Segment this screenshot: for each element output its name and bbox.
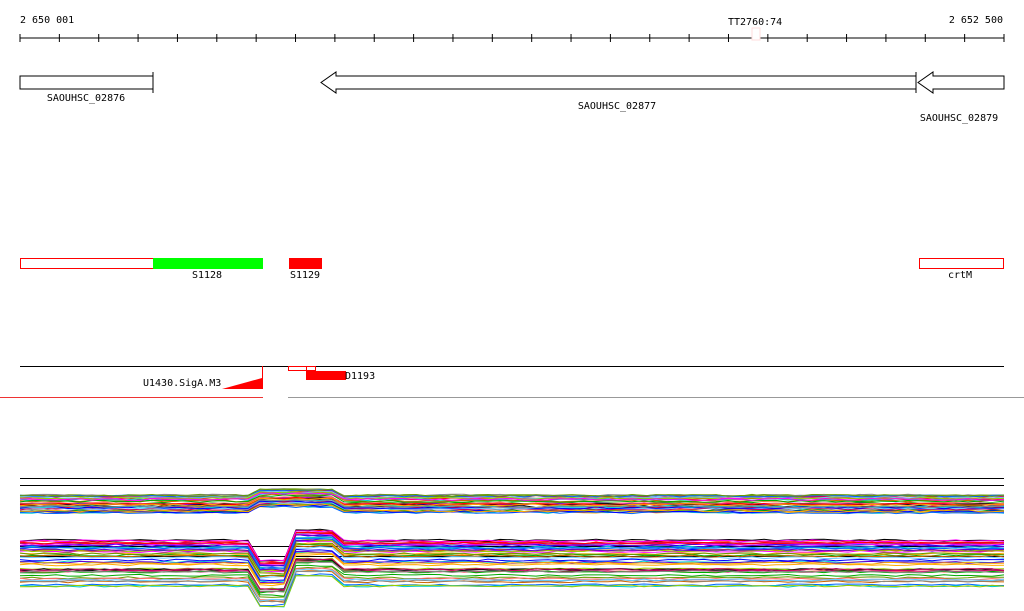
promoter-D1193[interactable]: D1193	[288, 366, 376, 383]
expression-track-2	[19, 528, 1005, 608]
promoter-label: U1430.SigA.M3	[143, 378, 221, 389]
promoter-track: U1430.SigA.M3 D1193	[0, 366, 1024, 398]
feature-outline[interactable]	[20, 258, 154, 269]
expression-line	[19, 488, 1005, 498]
feature-label: S1128	[192, 270, 222, 281]
feature-crtM[interactable]	[919, 258, 1004, 269]
feature-label: S1129	[290, 270, 320, 281]
ruler-end-label: 2 652 500	[949, 15, 1003, 26]
gene-label: SAOUHSC_02876	[47, 93, 125, 104]
gene-SAOUHSC_02876[interactable]: SAOUHSC_02876	[19, 72, 154, 104]
feature-S1128[interactable]	[153, 258, 263, 269]
gene-label: SAOUHSC_02877	[578, 101, 656, 112]
promoter-U1430[interactable]: U1430.SigA.M3	[143, 366, 263, 389]
feature-label: crtM	[948, 270, 972, 281]
gene-label: SAOUHSC_02879	[920, 113, 998, 124]
expression-track-1	[19, 488, 1005, 515]
gene-SAOUHSC_02879[interactable]: SAOUHSC_02879	[917, 71, 1005, 124]
feature-track: S1128 S1129 crtM	[20, 258, 1004, 281]
genome-browser: 2 650 001 2 652 500 TT2760:74 SAOUHSC_02…	[0, 15, 1024, 608]
feature-S1129[interactable]	[289, 258, 322, 269]
coordinate-ruler: 2 650 001 2 652 500 TT2760:74	[19, 15, 1005, 42]
gene-track: SAOUHSC_02876 SAOUHSC_02877 SAOUHSC_0287…	[19, 71, 1005, 124]
ruler-marker[interactable]	[751, 27, 761, 41]
ruler-start-label: 2 650 001	[20, 15, 74, 26]
ruler-marker-label: TT2760:74	[728, 17, 782, 28]
promoter-label: D1193	[345, 371, 375, 382]
expression-tracks	[19, 478, 1005, 608]
gene-SAOUHSC_02877[interactable]: SAOUHSC_02877	[320, 71, 917, 112]
